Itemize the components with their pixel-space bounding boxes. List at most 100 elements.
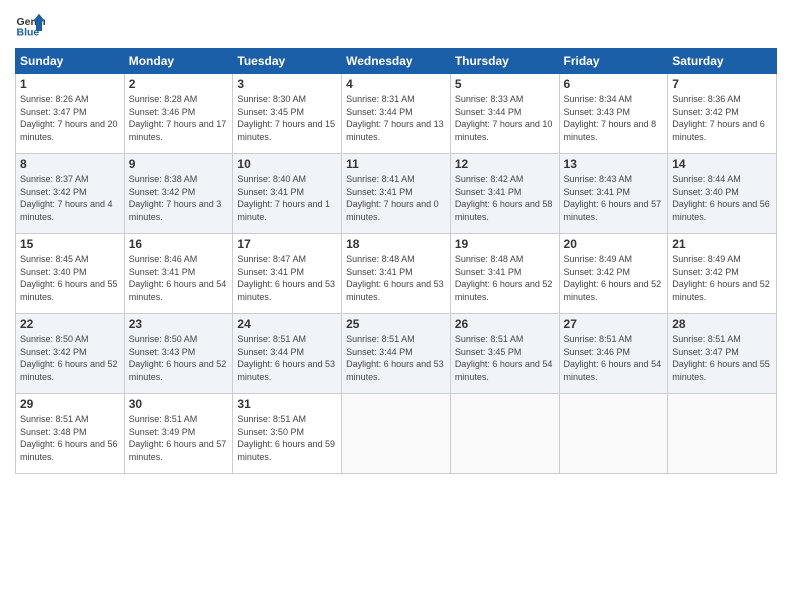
weekday-header-wednesday: Wednesday: [342, 49, 451, 74]
week-row-2: 8 Sunrise: 8:37 AMSunset: 3:42 PMDaylight…: [16, 154, 777, 234]
day-number: 18: [346, 237, 446, 251]
day-cell: 15 Sunrise: 8:45 AMSunset: 3:40 PMDayligh…: [16, 234, 125, 314]
day-number: 2: [129, 77, 229, 91]
day-cell: 12Sunrise: 8:42 AMSunset: 3:41 PMDayligh…: [450, 154, 559, 234]
day-cell: 31Sunrise: 8:51 AMSunset: 3:50 PMDayligh…: [233, 394, 342, 474]
day-info: Sunrise: 8:42 AMSunset: 3:41 PMDaylight:…: [455, 173, 555, 223]
day-cell: 24 Sunrise: 8:51 AMSunset: 3:44 PMDayligh…: [233, 314, 342, 394]
weekday-header-tuesday: Tuesday: [233, 49, 342, 74]
day-number: 22: [20, 317, 120, 331]
day-cell: 2 Sunrise: 8:28 AMSunset: 3:46 PMDaylight…: [124, 74, 233, 154]
day-cell: 20 Sunrise: 8:49 AMSunset: 3:42 PMDayligh…: [559, 234, 668, 314]
weekday-header-monday: Monday: [124, 49, 233, 74]
header: General Blue: [15, 10, 777, 40]
svg-text:Blue: Blue: [17, 27, 40, 39]
day-info: Sunrise: 8:47 AMSunset: 3:41 PMDaylight:…: [237, 253, 337, 303]
logo: General Blue: [15, 10, 45, 40]
day-number: 8: [20, 157, 120, 171]
day-cell: 6 Sunrise: 8:34 AMSunset: 3:43 PMDaylight…: [559, 74, 668, 154]
day-info: Sunrise: 8:51 AMSunset: 3:49 PMDaylight:…: [129, 413, 229, 463]
day-info: Sunrise: 8:49 AMSunset: 3:42 PMDaylight:…: [672, 253, 772, 303]
day-number: 25: [346, 317, 446, 331]
day-number: 11: [346, 157, 446, 171]
day-cell: 19Sunrise: 8:48 AMSunset: 3:41 PMDayligh…: [450, 234, 559, 314]
day-cell: 11 Sunrise: 8:41 AMSunset: 3:41 PMDayligh…: [342, 154, 451, 234]
day-cell: 21 Sunrise: 8:49 AMSunset: 3:42 PMDayligh…: [668, 234, 777, 314]
day-cell: 30 Sunrise: 8:51 AMSunset: 3:49 PMDayligh…: [124, 394, 233, 474]
day-cell: 3Sunrise: 8:30 AMSunset: 3:45 PMDaylight…: [233, 74, 342, 154]
day-cell: 9Sunrise: 8:38 AMSunset: 3:42 PMDaylight…: [124, 154, 233, 234]
day-number: 16: [129, 237, 229, 251]
day-cell: [450, 394, 559, 474]
day-info: Sunrise: 8:40 AMSunset: 3:41 PMDaylight:…: [237, 173, 337, 223]
day-info: Sunrise: 8:33 AMSunset: 3:44 PMDaylight:…: [455, 93, 555, 143]
day-cell: [559, 394, 668, 474]
day-number: 9: [129, 157, 229, 171]
day-number: 27: [564, 317, 664, 331]
day-cell: 7 Sunrise: 8:36 AMSunset: 3:42 PMDaylight…: [668, 74, 777, 154]
day-info: Sunrise: 8:51 AMSunset: 3:45 PMDaylight:…: [455, 333, 555, 383]
day-info: Sunrise: 8:43 AMSunset: 3:41 PMDaylight:…: [564, 173, 664, 223]
day-info: Sunrise: 8:51 AMSunset: 3:47 PMDaylight:…: [672, 333, 772, 383]
day-number: 13: [564, 157, 664, 171]
day-info: Sunrise: 8:36 AMSunset: 3:42 PMDaylight:…: [672, 93, 772, 143]
day-cell: 26 Sunrise: 8:51 AMSunset: 3:45 PMDayligh…: [450, 314, 559, 394]
day-cell: 22Sunrise: 8:50 AMSunset: 3:42 PMDayligh…: [16, 314, 125, 394]
weekday-header-saturday: Saturday: [668, 49, 777, 74]
week-row-1: 1 Sunrise: 8:26 AMSunset: 3:47 PMDaylight…: [16, 74, 777, 154]
day-cell: 23Sunrise: 8:50 AMSunset: 3:43 PMDayligh…: [124, 314, 233, 394]
weekday-header-friday: Friday: [559, 49, 668, 74]
day-number: 26: [455, 317, 555, 331]
day-info: Sunrise: 8:48 AMSunset: 3:41 PMDaylight:…: [346, 253, 446, 303]
day-cell: 8 Sunrise: 8:37 AMSunset: 3:42 PMDaylight…: [16, 154, 125, 234]
day-info: Sunrise: 8:28 AMSunset: 3:46 PMDaylight:…: [129, 93, 229, 143]
day-info: Sunrise: 8:41 AMSunset: 3:41 PMDaylight:…: [346, 173, 446, 223]
weekday-header-thursday: Thursday: [450, 49, 559, 74]
day-number: 15: [20, 237, 120, 251]
week-row-3: 15 Sunrise: 8:45 AMSunset: 3:40 PMDayligh…: [16, 234, 777, 314]
day-info: Sunrise: 8:48 AMSunset: 3:41 PMDaylight:…: [455, 253, 555, 303]
day-number: 20: [564, 237, 664, 251]
day-number: 1: [20, 77, 120, 91]
day-cell: 1 Sunrise: 8:26 AMSunset: 3:47 PMDaylight…: [16, 74, 125, 154]
day-info: Sunrise: 8:26 AMSunset: 3:47 PMDaylight:…: [20, 93, 120, 143]
day-cell: 27 Sunrise: 8:51 AMSunset: 3:46 PMDayligh…: [559, 314, 668, 394]
day-number: 6: [564, 77, 664, 91]
day-info: Sunrise: 8:51 AMSunset: 3:48 PMDaylight:…: [20, 413, 120, 463]
day-cell: 5 Sunrise: 8:33 AMSunset: 3:44 PMDaylight…: [450, 74, 559, 154]
day-cell: [668, 394, 777, 474]
day-info: Sunrise: 8:51 AMSunset: 3:46 PMDaylight:…: [564, 333, 664, 383]
day-info: Sunrise: 8:37 AMSunset: 3:42 PMDaylight:…: [20, 173, 120, 223]
day-info: Sunrise: 8:44 AMSunset: 3:40 PMDaylight:…: [672, 173, 772, 223]
day-info: Sunrise: 8:49 AMSunset: 3:42 PMDaylight:…: [564, 253, 664, 303]
day-number: 10: [237, 157, 337, 171]
day-cell: [342, 394, 451, 474]
calendar-container: General Blue SundayMondayTuesdayWednesda…: [0, 0, 792, 612]
day-cell: 28 Sunrise: 8:51 AMSunset: 3:47 PMDayligh…: [668, 314, 777, 394]
day-number: 17: [237, 237, 337, 251]
header-row: SundayMondayTuesdayWednesdayThursdayFrid…: [16, 49, 777, 74]
day-number: 3: [237, 77, 337, 91]
day-number: 5: [455, 77, 555, 91]
day-cell: 29Sunrise: 8:51 AMSunset: 3:48 PMDayligh…: [16, 394, 125, 474]
day-info: Sunrise: 8:31 AMSunset: 3:44 PMDaylight:…: [346, 93, 446, 143]
day-number: 21: [672, 237, 772, 251]
day-number: 28: [672, 317, 772, 331]
week-row-4: 22Sunrise: 8:50 AMSunset: 3:42 PMDayligh…: [16, 314, 777, 394]
day-number: 4: [346, 77, 446, 91]
day-info: Sunrise: 8:45 AMSunset: 3:40 PMDaylight:…: [20, 253, 120, 303]
day-info: Sunrise: 8:34 AMSunset: 3:43 PMDaylight:…: [564, 93, 664, 143]
day-info: Sunrise: 8:46 AMSunset: 3:41 PMDaylight:…: [129, 253, 229, 303]
day-cell: 25Sunrise: 8:51 AMSunset: 3:44 PMDayligh…: [342, 314, 451, 394]
day-info: Sunrise: 8:51 AMSunset: 3:44 PMDaylight:…: [237, 333, 337, 383]
day-number: 14: [672, 157, 772, 171]
day-cell: 13 Sunrise: 8:43 AMSunset: 3:41 PMDayligh…: [559, 154, 668, 234]
day-cell: 16 Sunrise: 8:46 AMSunset: 3:41 PMDayligh…: [124, 234, 233, 314]
logo-icon: General Blue: [15, 10, 45, 40]
day-cell: 10 Sunrise: 8:40 AMSunset: 3:41 PMDayligh…: [233, 154, 342, 234]
day-cell: 4 Sunrise: 8:31 AMSunset: 3:44 PMDaylight…: [342, 74, 451, 154]
day-number: 7: [672, 77, 772, 91]
day-number: 24: [237, 317, 337, 331]
day-number: 30: [129, 397, 229, 411]
day-cell: 14 Sunrise: 8:44 AMSunset: 3:40 PMDayligh…: [668, 154, 777, 234]
